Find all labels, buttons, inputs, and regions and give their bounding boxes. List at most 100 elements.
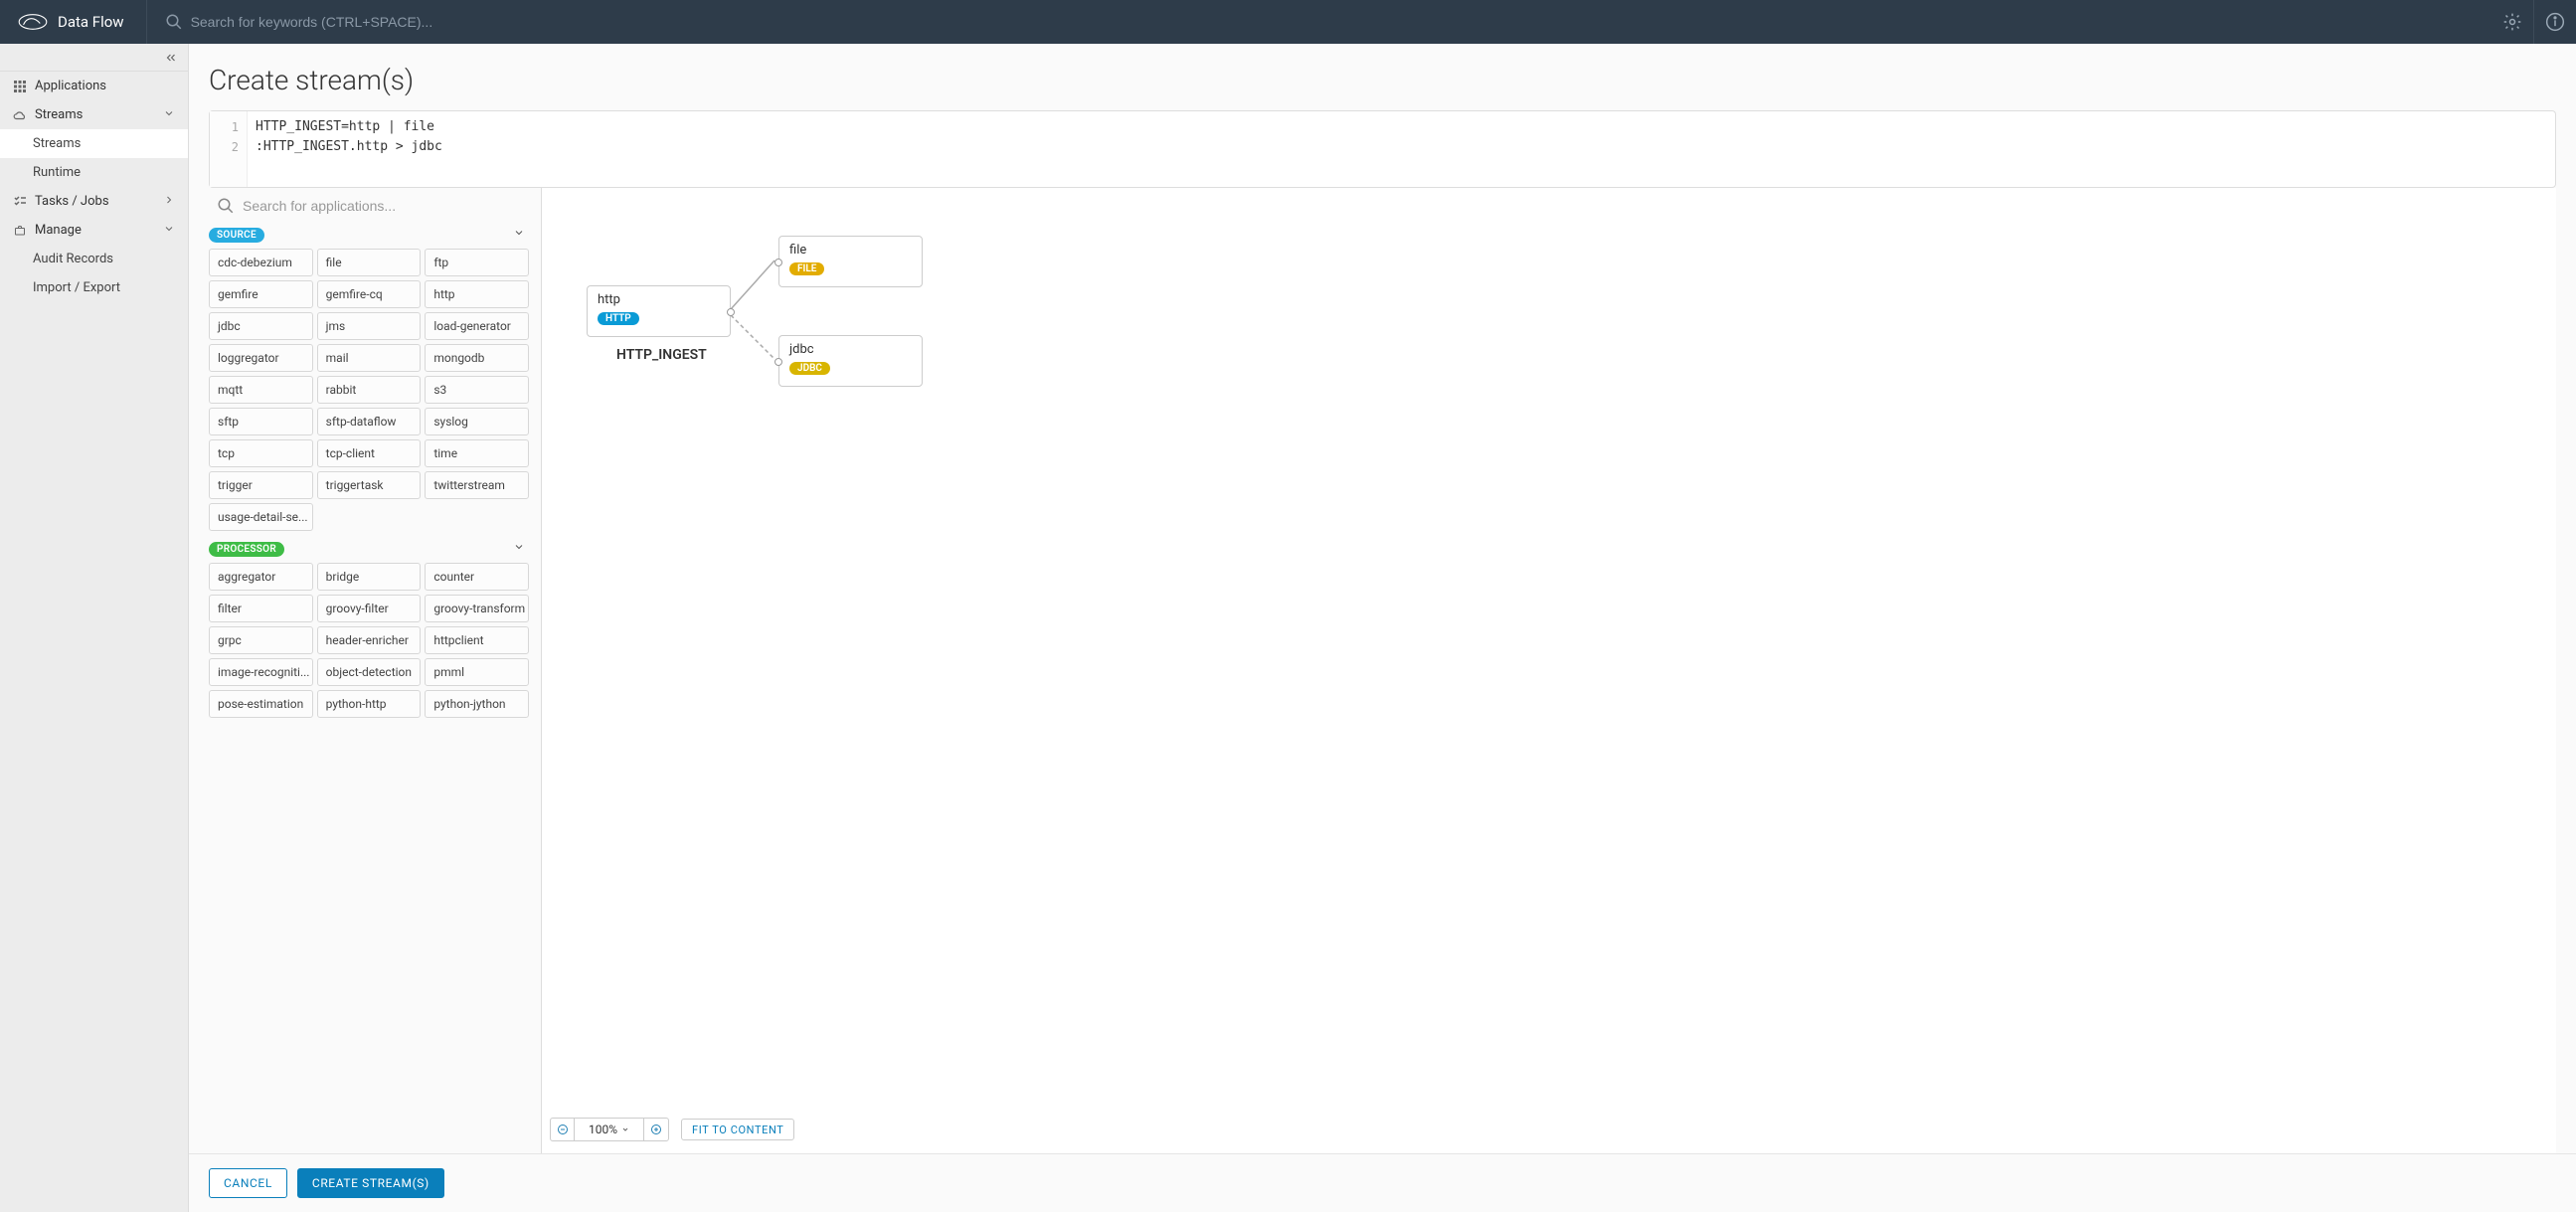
app-chip[interactable]: usage-detail-se... [209,503,313,531]
search-icon [165,13,183,31]
zoom-level[interactable]: 100% [575,1119,644,1140]
app-chip[interactable]: grpc [209,626,313,654]
node-jdbc[interactable]: jdbc JDBC [778,335,923,387]
sidebar-item-label: Streams [35,107,83,122]
app-chip[interactable]: mqtt [209,376,313,404]
node-file[interactable]: file FILE [778,236,923,287]
input-port[interactable] [774,358,782,366]
app-chip[interactable]: mail [317,344,422,372]
gear-icon [2502,12,2522,32]
input-port[interactable] [774,259,782,266]
chevron-down-icon [621,1125,629,1133]
sidebar-item-audit-records[interactable]: Audit Records [0,245,188,273]
app-chip[interactable]: loggregator [209,344,313,372]
app-chip[interactable]: mongodb [425,344,529,372]
app-chip[interactable]: tcp [209,439,313,467]
app-chip[interactable]: sftp [209,408,313,435]
app-chip[interactable]: object-detection [317,658,422,686]
category-processor-header[interactable]: PROCESSOR [209,541,529,557]
node-title: file [789,243,912,258]
global-search-input[interactable] [191,14,688,30]
dsl-code[interactable]: HTTP_INGEST=http | file :HTTP_INGEST.htt… [248,111,2555,187]
chevron-left-double-icon[interactable] [164,51,178,65]
palette-search-input[interactable] [243,198,533,214]
app-chip[interactable]: twitterstream [425,471,529,499]
canvas-wrap[interactable]: http HTTP file FILE jdbc JDBC HTT [542,188,2556,1153]
logo-icon [18,14,48,30]
app-chip[interactable]: pose-estimation [209,690,313,718]
app-chip[interactable]: groovy-filter [317,595,422,622]
cancel-button[interactable]: CANCEL [209,1168,287,1198]
node-title: http [598,292,720,307]
sidebar-item-label: Runtime [33,165,81,180]
brand: Data Flow [0,13,146,31]
app-chip[interactable]: python-http [317,690,422,718]
dsl-editor[interactable]: 12 HTTP_INGEST=http | file :HTTP_INGEST.… [209,110,2556,188]
app-chip[interactable]: syslog [425,408,529,435]
sidebar-item-label: Audit Records [33,252,113,266]
app-chip[interactable]: aggregator [209,563,313,591]
zoom-group: 100% [550,1118,669,1141]
category-source-tag: SOURCE [209,228,264,243]
sidebar-item-tasks[interactable]: Tasks / Jobs [0,187,188,216]
sidebar-item-manage[interactable]: Manage [0,216,188,245]
category-source-header[interactable]: SOURCE [209,227,529,243]
info-button[interactable] [2534,0,2576,44]
sidebar-item-label: Streams [33,136,81,151]
top-actions [2491,0,2576,44]
sidebar-item-streams[interactable]: Streams [0,100,188,129]
zoom-bar: 100% FIT TO CONTENT [550,1118,794,1141]
sidebar-item-applications[interactable]: Applications [0,72,188,100]
app-chip[interactable]: time [425,439,529,467]
grid-icon [13,80,27,93]
app-chip[interactable]: http [425,280,529,308]
search-icon [217,197,235,215]
zoom-in-button[interactable] [644,1119,668,1140]
create-streams-button[interactable]: CREATE STREAM(S) [297,1168,444,1198]
app-chip[interactable]: file [317,249,422,276]
sidebar-item-streams-sub[interactable]: Streams [0,129,188,158]
app-chip[interactable]: sftp-dataflow [317,408,422,435]
app-chip[interactable]: filter [209,595,313,622]
zoom-out-button[interactable] [551,1119,575,1140]
sidebar-item-import-export[interactable]: Import / Export [0,273,188,302]
page-title: Create stream(s) [189,44,2576,110]
canvas[interactable]: http HTTP file FILE jdbc JDBC HTT [542,188,2556,1153]
app-chip[interactable]: load-generator [425,312,529,340]
sidebar-item-runtime[interactable]: Runtime [0,158,188,187]
palette-list[interactable]: SOURCE cdc-debeziumfileftp gemfiregemfire… [209,223,541,1153]
actions-bar: CANCEL CREATE STREAM(S) [189,1153,2576,1212]
app-chip[interactable]: jdbc [209,312,313,340]
app-chip[interactable]: jms [317,312,422,340]
app-chip[interactable]: cdc-debezium [209,249,313,276]
app-chip[interactable]: trigger [209,471,313,499]
node-http[interactable]: http HTTP [587,285,731,337]
app-chip[interactable]: python-jython [425,690,529,718]
app-chip[interactable]: rabbit [317,376,422,404]
app-chip[interactable]: gemfire-cq [317,280,422,308]
app-chip[interactable]: tcp-client [317,439,422,467]
output-port[interactable] [727,308,735,316]
app-chip[interactable]: bridge [317,563,422,591]
app-chip[interactable]: image-recogniti... [209,658,313,686]
app-chip[interactable]: ftp [425,249,529,276]
plus-circle-icon [650,1124,662,1135]
chevron-down-icon [163,107,175,123]
sidebar-item-label: Applications [35,79,106,93]
app-chip[interactable]: groovy-transform [425,595,529,622]
app-chip[interactable]: httpclient [425,626,529,654]
app-chip[interactable]: counter [425,563,529,591]
app-chip[interactable]: triggertask [317,471,422,499]
settings-button[interactable] [2491,0,2533,44]
app-chip[interactable]: s3 [425,376,529,404]
sidebar-item-label: Manage [35,223,82,238]
app-chip[interactable]: gemfire [209,280,313,308]
global-search[interactable] [147,13,2491,31]
palette-search[interactable] [209,188,541,223]
app-chip[interactable]: header-enricher [317,626,422,654]
edges [542,188,2556,1153]
line-gutter: 12 [210,111,248,187]
fit-to-content-button[interactable]: FIT TO CONTENT [681,1119,794,1140]
app-chip[interactable]: pmml [425,658,529,686]
node-badge: FILE [789,262,824,275]
